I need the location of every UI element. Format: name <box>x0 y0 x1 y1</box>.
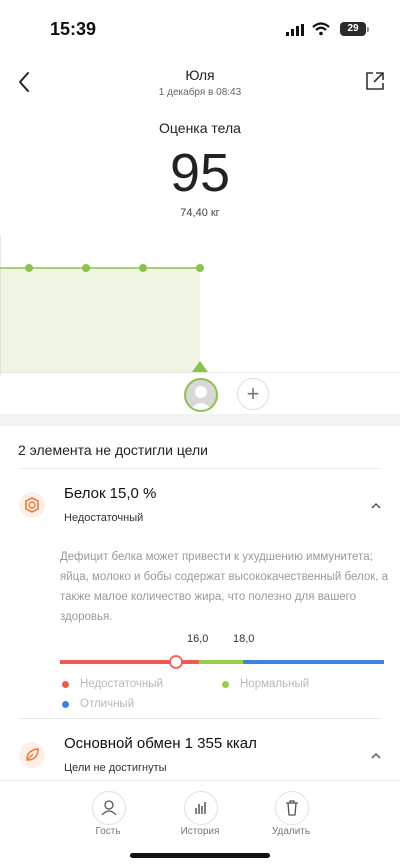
data-point <box>25 264 33 272</box>
history-button[interactable] <box>184 791 218 825</box>
guest-button[interactable] <box>92 791 126 825</box>
metric-description: Дефицит белка может привести к ухудшению… <box>60 551 389 623</box>
user-avatar[interactable] <box>184 378 218 412</box>
nav-history[interactable]: История <box>160 781 240 851</box>
range-scale <box>60 655 384 669</box>
legend-dot-normal <box>222 681 229 688</box>
share-icon[interactable] <box>364 70 386 92</box>
threshold-label: 16,0 <box>187 633 209 645</box>
data-point <box>139 264 147 272</box>
status-time: 15:39 <box>50 19 97 39</box>
nav-guest[interactable]: Гость <box>68 781 148 851</box>
legend-label: Недостаточный <box>80 678 163 690</box>
data-point <box>196 264 204 272</box>
score-value: 95 <box>169 143 231 203</box>
nav-label: Гость <box>95 826 121 837</box>
data-point <box>82 264 90 272</box>
nav-label: Удалить <box>271 826 311 837</box>
delete-button[interactable] <box>275 791 309 825</box>
weight-value: 74,40 кг <box>180 207 220 219</box>
metric-title: Белок 15,0 % <box>64 485 157 502</box>
metric-status: Цели не достигнуты <box>64 762 167 774</box>
status-bar: 15:39 29 <box>0 0 400 60</box>
metric-title: Основной обмен 1 355 ккал <box>64 735 257 752</box>
divider <box>18 468 382 469</box>
avatar-icon <box>190 386 212 410</box>
leaf-icon <box>19 742 45 768</box>
battery-tip <box>367 27 369 32</box>
metric-status: Недостаточный <box>64 512 144 524</box>
bar-chart-icon <box>195 802 206 814</box>
legend-dot-excellent <box>62 701 69 708</box>
add-user-button[interactable]: + <box>237 378 269 410</box>
trash-icon <box>286 800 298 816</box>
person-icon <box>101 800 117 816</box>
home-indicator <box>130 853 270 858</box>
legend-label: Нормальный <box>240 678 310 690</box>
battery-icon: 29 <box>340 22 366 36</box>
threshold-label: 18,0 <box>233 633 255 645</box>
nav-label: История <box>180 826 220 837</box>
legend-dot-low <box>62 681 69 688</box>
wifi-icon <box>312 22 330 36</box>
chevron-up-icon[interactable] <box>369 749 383 763</box>
current-value-marker <box>169 655 183 669</box>
nav-delete[interactable]: Удалить <box>251 781 331 851</box>
score-label: Оценка тела <box>159 120 241 136</box>
user-name: Юля <box>185 67 215 83</box>
chart-baseline <box>0 372 400 373</box>
chart-area-fill <box>0 268 200 372</box>
section-title: 2 элемента не достигли цели <box>18 442 208 458</box>
section-separator <box>0 414 400 426</box>
measurement-date: 1 декабря в 08:43 <box>158 87 242 98</box>
legend-label: Отличный <box>80 698 135 710</box>
chevron-up-icon[interactable] <box>369 499 383 513</box>
signal-icon <box>286 24 304 36</box>
protein-icon <box>19 492 45 518</box>
score-chart <box>0 236 208 376</box>
divider <box>18 718 382 719</box>
